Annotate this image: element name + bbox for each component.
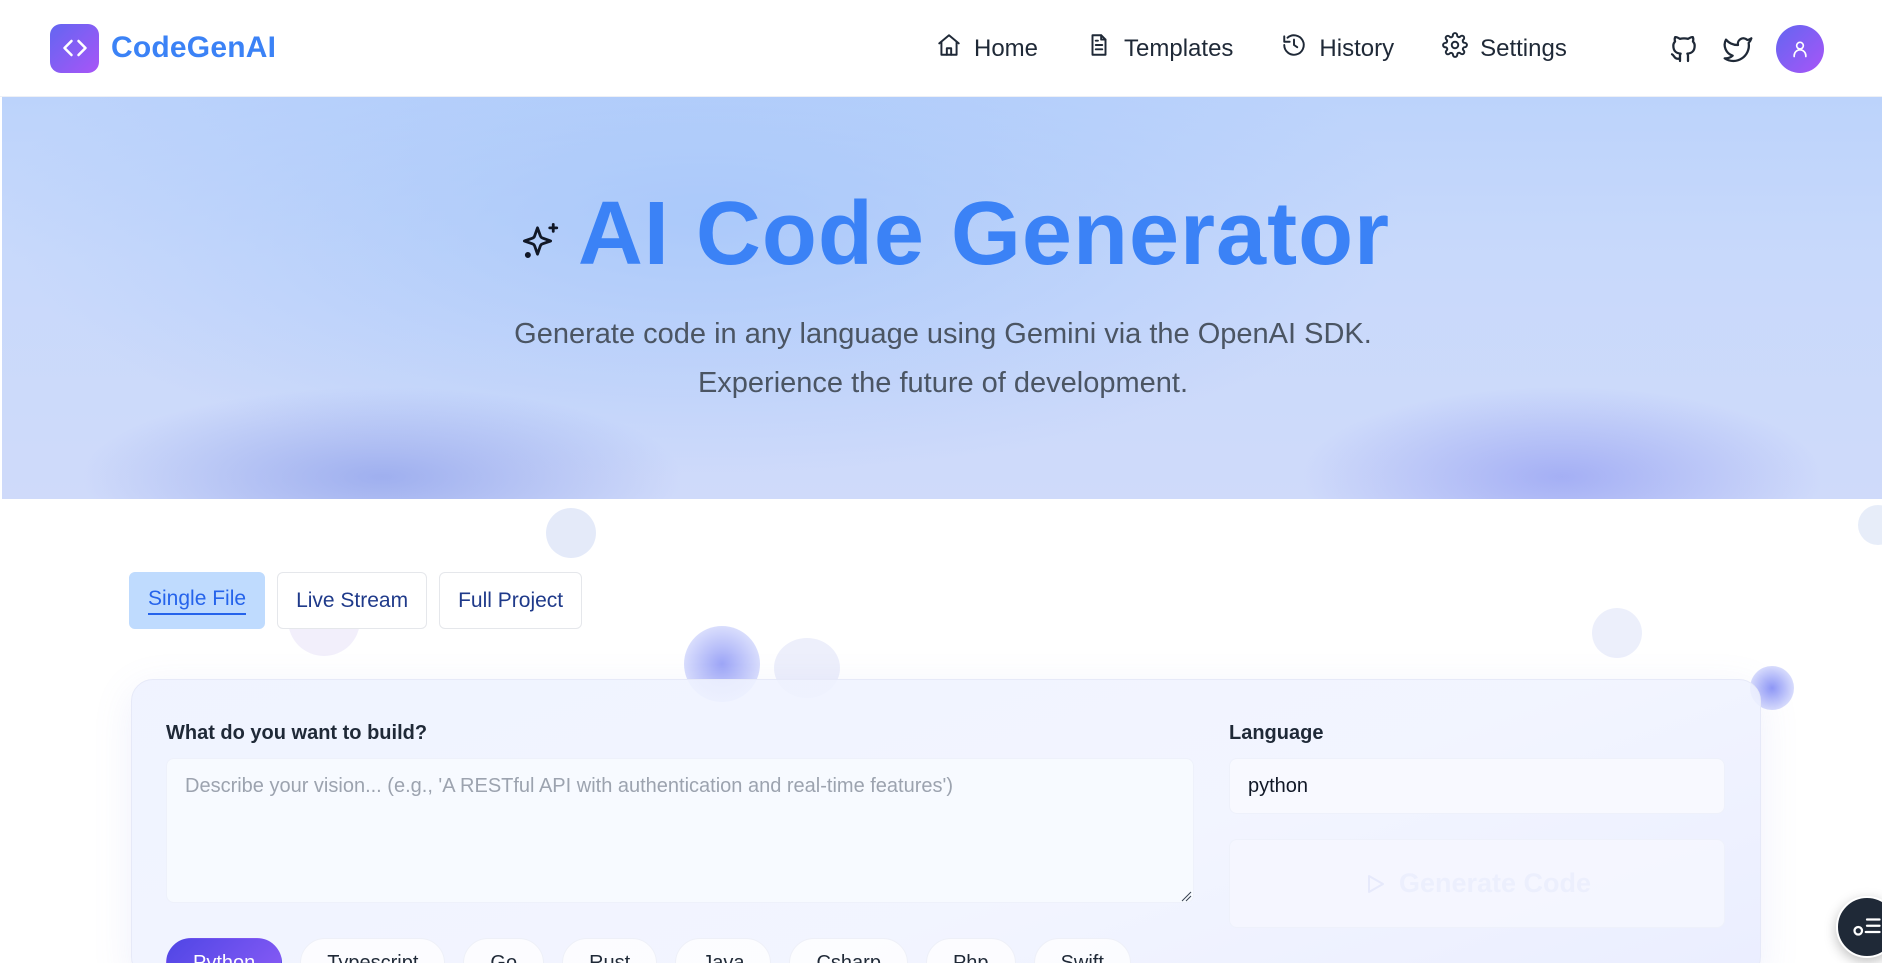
main-nav: Home Templates History Settings <box>936 0 1567 97</box>
brand[interactable]: CodeGenAI <box>50 23 277 73</box>
tab-live-stream[interactable]: Live Stream <box>277 572 428 629</box>
generate-code-label: Generate Code <box>1398 868 1592 898</box>
chip-csharp[interactable]: Csharp <box>789 938 908 963</box>
nav-item-label: History <box>1319 34 1395 62</box>
hero-subtitle-line-2: Experience the future of development. <box>697 367 1189 399</box>
hero-section: AI Code Generator Generate code in any l… <box>2 97 1882 499</box>
chip-python[interactable]: Python <box>166 938 283 963</box>
generator-card: What do you want to build? Language Gene… <box>131 679 1761 963</box>
nav-item-home[interactable]: Home <box>936 32 1038 65</box>
chip-label: Swift <box>1060 951 1104 963</box>
hero-subtitle-line-1: Generate code in any language using Gemi… <box>514 318 1372 350</box>
brand-name: CodeGenAI <box>111 31 277 64</box>
decorative-bubble <box>1858 505 1882 545</box>
chip-php[interactable]: Php <box>925 938 1016 963</box>
tab-label: Live Stream <box>296 588 409 612</box>
tab-label: Full Project <box>458 588 564 612</box>
chip-label: Csharp <box>816 951 881 963</box>
chip-go[interactable]: Go <box>463 938 545 963</box>
page-title: AI Code Generator <box>577 184 1391 284</box>
tab-full-project[interactable]: Full Project <box>439 572 583 629</box>
chip-java[interactable]: Java <box>675 938 772 963</box>
code-brackets-icon <box>50 23 99 73</box>
tab-label: Single File <box>148 587 247 615</box>
chip-label: Go <box>490 951 518 963</box>
language-label: Language <box>1229 722 1324 744</box>
github-icon[interactable] <box>1668 33 1700 65</box>
nav-item-settings[interactable]: Settings <box>1442 32 1567 65</box>
list-user-icon <box>1853 918 1881 936</box>
chip-swift[interactable]: Swift <box>1033 938 1131 963</box>
nav-item-label: Home <box>974 34 1039 62</box>
home-icon <box>936 32 962 65</box>
nav-item-label: Templates <box>1124 34 1234 62</box>
chip-label: Rust <box>589 951 631 963</box>
twitter-icon[interactable] <box>1722 33 1754 65</box>
history-icon <box>1281 32 1307 65</box>
top-header: CodeGenAI Home Templates History Setting… <box>0 0 1882 97</box>
decorative-bubble <box>546 508 596 558</box>
play-icon <box>1367 874 1384 893</box>
generate-code-button[interactable]: Generate Code <box>1229 839 1725 928</box>
prompt-label: What do you want to build? <box>166 722 428 744</box>
mode-tabs: Single File Live Stream Full Project <box>129 572 583 629</box>
nav-item-label: Settings <box>1480 34 1567 62</box>
chip-label: Php <box>952 951 989 963</box>
chip-label: Typescript <box>327 951 419 963</box>
chip-rust[interactable]: Rust <box>562 938 658 963</box>
chip-label: Java <box>702 951 745 963</box>
sparkles-icon <box>520 206 562 262</box>
document-icon <box>1086 32 1112 65</box>
resize-handle-icon[interactable] <box>1180 890 1192 902</box>
user-icon <box>1793 41 1807 57</box>
language-input[interactable] <box>1229 758 1725 814</box>
floating-assistant-button[interactable] <box>1836 896 1882 958</box>
chip-label: Python <box>193 951 256 963</box>
user-avatar[interactable] <box>1776 24 1824 73</box>
gear-icon <box>1442 32 1468 65</box>
language-chips: Python Typescript Go Rust Java Csharp Ph… <box>166 938 1131 963</box>
hero-title-row: AI Code Generator <box>28 189 1882 279</box>
nav-item-templates[interactable]: Templates <box>1086 32 1233 65</box>
decorative-bubble <box>1592 608 1642 658</box>
header-actions <box>1668 0 1824 97</box>
hero-subtitle: Generate code in any language using Gemi… <box>4 310 1882 408</box>
prompt-textarea[interactable] <box>166 758 1194 903</box>
tab-single-file[interactable]: Single File <box>129 572 266 629</box>
chip-typescript[interactable]: Typescript <box>300 938 446 963</box>
nav-item-history[interactable]: History <box>1281 32 1394 65</box>
